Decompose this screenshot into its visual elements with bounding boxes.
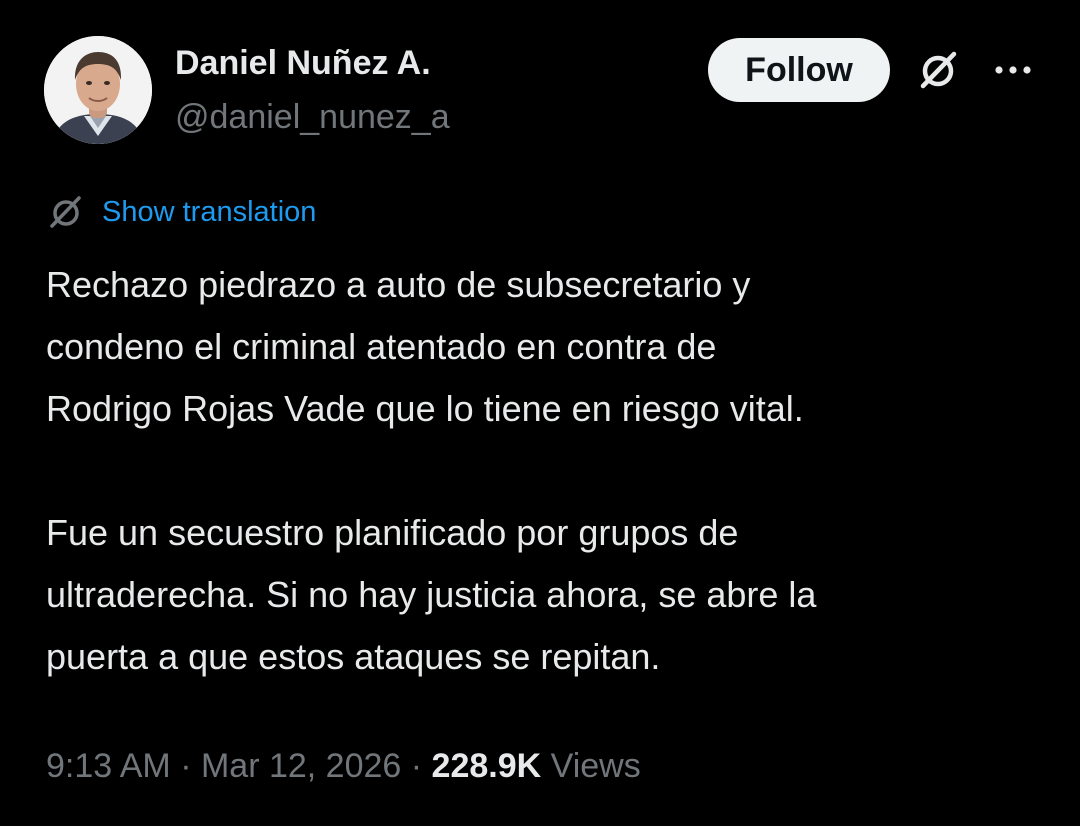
author-display-name[interactable]: Daniel Nuñez A. (175, 42, 431, 84)
views-label: Views (550, 747, 641, 785)
views-count[interactable]: 228.9K (432, 747, 542, 785)
translate-icon (46, 192, 86, 232)
grok-button[interactable] (910, 42, 966, 98)
tweet-date[interactable]: Mar 12, 2026 (201, 747, 401, 785)
meta-separator: · (170, 747, 201, 785)
tweet-text: Rechazo piedrazo a auto de subsecretario… (46, 254, 1046, 688)
meta-separator: · (401, 747, 432, 785)
follow-button[interactable]: Follow (708, 38, 890, 102)
author-handle[interactable]: @daniel_nunez_a (175, 96, 450, 138)
more-button[interactable] (985, 42, 1041, 98)
translation-row: Show translation (46, 192, 316, 232)
tweet-metadata: 9:13 AM · Mar 12, 2026 · 228.9K Views (46, 744, 641, 788)
show-translation-link[interactable]: Show translation (102, 196, 316, 229)
avatar[interactable] (44, 36, 152, 144)
grok-icon (920, 51, 957, 89)
tweet-time[interactable]: 9:13 AM (46, 747, 171, 785)
tweet-paragraph: Fue un secuestro planificado por grupos … (46, 512, 817, 677)
tweet-paragraph: Rechazo piedrazo a auto de subsecretario… (46, 264, 804, 429)
more-icon (995, 66, 1031, 74)
